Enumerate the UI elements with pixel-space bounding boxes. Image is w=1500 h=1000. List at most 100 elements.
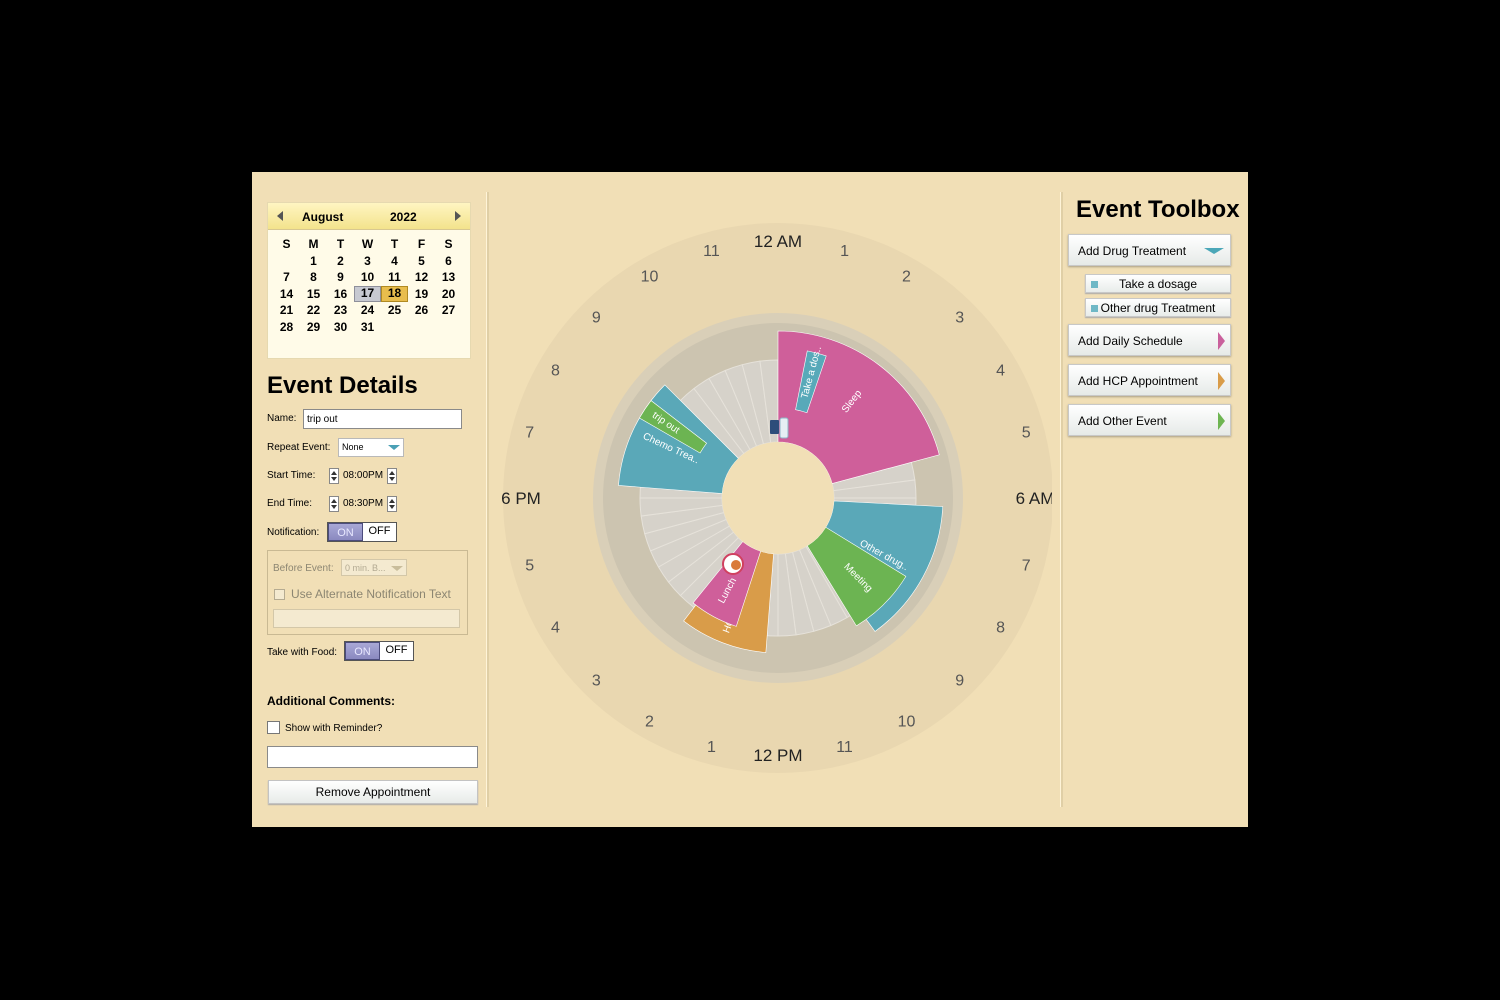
expand-right-icon	[1218, 412, 1225, 430]
calendar-day[interactable]: 30	[327, 319, 354, 336]
add-daily-schedule-button[interactable]: Add Daily Schedule	[1068, 324, 1231, 356]
hour-label: 4	[551, 620, 560, 637]
repeat-value: None	[342, 442, 364, 452]
calendar-day[interactable]: 4	[381, 253, 408, 270]
before-event-label: Before Event:	[273, 563, 334, 574]
weekday-header: M	[308, 237, 319, 251]
take-a-dosage-button[interactable]: Take a dosage	[1085, 274, 1231, 293]
weekday-header: T	[390, 237, 399, 251]
notification-label: Notification:	[267, 527, 320, 538]
next-month-icon[interactable]	[455, 211, 461, 221]
take-with-food-label: Take with Food:	[267, 647, 338, 658]
clock-center	[722, 442, 834, 554]
hour-label: 7	[1022, 558, 1031, 575]
calendar-day[interactable]: 25	[381, 302, 408, 319]
calendar-year: 2022	[390, 210, 417, 224]
food-icon	[722, 553, 744, 575]
calendar-day[interactable]: 5	[408, 253, 435, 270]
add-hcp-appointment-button[interactable]: Add HCP Appointment	[1068, 364, 1231, 396]
name-label: Name:	[267, 413, 297, 424]
add-other-event-button[interactable]: Add Other Event	[1068, 404, 1231, 436]
prev-month-icon[interactable]	[277, 211, 283, 221]
start-time-label: Start Time:	[267, 470, 316, 481]
show-reminder-checkbox[interactable]	[267, 721, 280, 734]
hour-label: 12 PM	[753, 746, 802, 765]
start-time-value[interactable]: 08:00PM	[343, 470, 383, 481]
calendar-day[interactable]: 13	[435, 269, 462, 286]
toggle-off[interactable]: OFF	[363, 523, 396, 541]
hour-label: 10	[641, 268, 659, 285]
toggle-on[interactable]: ON	[328, 523, 363, 541]
calendar-grid: S M T W T F S 1 2 3 4 5 6 7 8 9 10 11 12 13 14 15 16 17 18 19 20 21…	[273, 236, 470, 336]
calendar-day[interactable]: 22	[300, 302, 327, 319]
hour-label: 8	[996, 620, 1005, 637]
calendar-day[interactable]: 12	[408, 269, 435, 286]
remove-appointment-button[interactable]: Remove Appointment	[268, 780, 478, 804]
toggle-off[interactable]: OFF	[380, 642, 413, 660]
calendar-day[interactable]: 9	[327, 269, 354, 286]
calendar-day[interactable]: 24	[354, 302, 381, 319]
calendar-day[interactable]: 20	[435, 286, 462, 303]
calendar-day[interactable]: 2	[327, 253, 354, 270]
drug-square-icon	[1091, 305, 1098, 312]
hour-label: 2	[902, 268, 911, 285]
hour-label: 10	[898, 714, 916, 731]
take-with-food-toggle[interactable]: ON OFF	[344, 641, 414, 661]
calendar-day[interactable]: 29	[300, 319, 327, 336]
before-event-select[interactable]: 0 min. B...	[341, 559, 407, 576]
repeat-label: Repeat Event:	[267, 442, 331, 453]
add-hcp-appointment-label: Add HCP Appointment	[1078, 374, 1198, 388]
hour-label: 11	[703, 243, 720, 260]
calendar-month: August	[302, 210, 344, 224]
name-input[interactable]	[303, 409, 462, 429]
calendar-day[interactable]: 1	[300, 253, 327, 270]
hour-label: 12 AM	[754, 232, 802, 251]
calendar-day[interactable]: 23	[327, 302, 354, 319]
calendar-day[interactable]: 31	[354, 319, 381, 336]
calendar-day[interactable]: 10	[354, 269, 381, 286]
calendar-day[interactable]: 19	[408, 286, 435, 303]
calendar-day[interactable]: 17	[354, 285, 381, 303]
expand-down-icon	[1204, 248, 1224, 254]
end-time-value[interactable]: 08:30PM	[343, 498, 383, 509]
alt-text-input[interactable]	[273, 609, 460, 628]
hour-label: 9	[592, 309, 601, 326]
calendar-day[interactable]: 18	[381, 285, 408, 303]
start-hour-stepper[interactable]	[329, 468, 339, 484]
alt-text-checkbox[interactable]	[274, 589, 285, 600]
calendar-day[interactable]: 3	[354, 253, 381, 270]
dropdown-arrow-icon	[391, 566, 403, 571]
calendar-day[interactable]: 27	[435, 302, 462, 319]
calendar-day[interactable]: 26	[408, 302, 435, 319]
hour-label: 5	[1022, 424, 1031, 441]
calendar-day[interactable]: 8	[300, 269, 327, 286]
calendar-day[interactable]: 6	[435, 253, 462, 270]
other-drug-treatment-button[interactable]: Other drug Treatment	[1085, 298, 1231, 317]
show-reminder-label: Show with Reminder?	[285, 723, 383, 734]
expand-right-icon	[1218, 332, 1225, 350]
comments-input[interactable]	[267, 746, 478, 768]
calendar-day[interactable]: 7	[273, 269, 300, 286]
start-minute-stepper[interactable]	[387, 468, 397, 484]
calendar-day[interactable]: 15	[300, 286, 327, 303]
calendar-day[interactable]: 11	[381, 269, 408, 286]
weekday-header: W	[361, 237, 374, 251]
event-details-title: Event Details	[267, 372, 418, 399]
hour-label: 6 AM	[1016, 489, 1052, 508]
hour-label: 2	[645, 714, 654, 731]
add-drug-treatment-button[interactable]: Add Drug Treatment	[1068, 234, 1231, 266]
end-hour-stepper[interactable]	[329, 496, 339, 512]
toggle-on[interactable]: ON	[345, 642, 380, 660]
calendar-day[interactable]: 14	[273, 286, 300, 303]
notification-options: Before Event: 0 min. B... Use Alternate …	[267, 550, 468, 635]
end-minute-stepper[interactable]	[387, 496, 397, 512]
calendar-day[interactable]: 21	[273, 302, 300, 319]
calendar-day[interactable]: 16	[327, 286, 354, 303]
calendar-blank	[273, 253, 300, 270]
notification-toggle[interactable]: ON OFF	[327, 522, 397, 542]
calendar-day[interactable]: 28	[273, 319, 300, 336]
weekday-header: S	[444, 237, 453, 251]
repeat-select[interactable]: None	[338, 438, 404, 457]
add-daily-schedule-label: Add Daily Schedule	[1078, 334, 1183, 348]
hour-label: 5	[525, 558, 534, 575]
